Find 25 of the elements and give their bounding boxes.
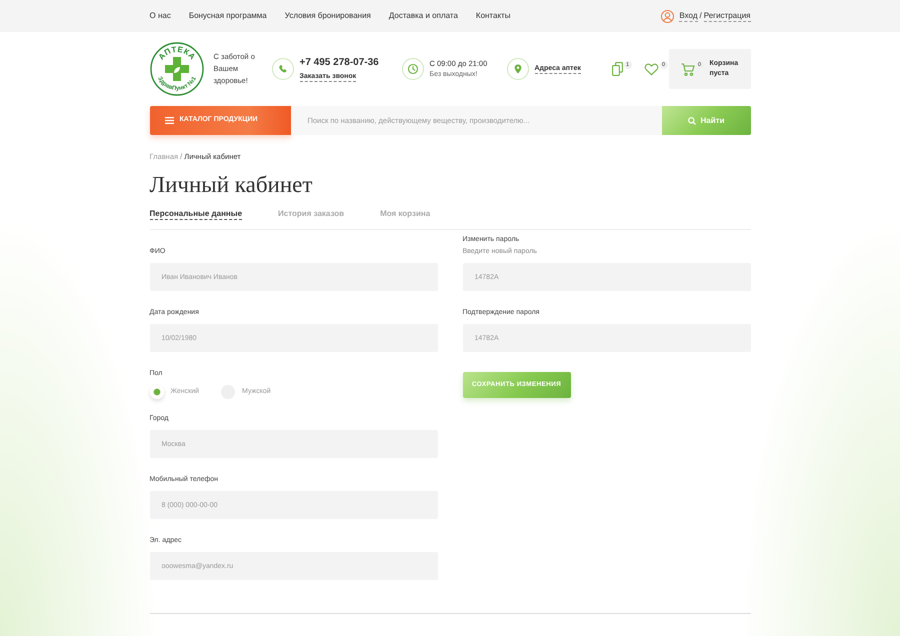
- separator: /: [700, 11, 702, 21]
- register-link[interactable]: Регистрация: [704, 10, 750, 22]
- documents-icon[interactable]: [612, 62, 622, 76]
- nav-link[interactable]: Контакты: [476, 11, 510, 21]
- phone-number: +7 495 278-07-36: [300, 56, 379, 68]
- clock-icon: [402, 58, 424, 80]
- location-pin-icon: [506, 58, 528, 80]
- nav-link[interactable]: Бонусная программа: [188, 11, 267, 21]
- heart-icon[interactable]: [644, 62, 658, 76]
- phone-icon: [272, 58, 294, 80]
- user-icon: [661, 10, 674, 22]
- radio-button[interactable]: [150, 385, 164, 399]
- breadcrumb-separator: /: [180, 152, 182, 161]
- login-link[interactable]: Вход: [679, 10, 698, 22]
- tab[interactable]: Моя корзина: [380, 208, 430, 220]
- nav-link[interactable]: Условия бронирования: [284, 11, 371, 21]
- search-button[interactable]: Найти: [662, 106, 750, 135]
- page-title: Личный кабинет: [150, 172, 312, 198]
- menu-icon: [164, 117, 174, 124]
- tab[interactable]: Персональные данные: [150, 208, 242, 220]
- nav-link[interactable]: О нас: [150, 11, 171, 21]
- search-icon: [688, 116, 696, 124]
- nav-link[interactable]: Доставка и оплата: [388, 11, 458, 21]
- cart-icon[interactable]: [680, 62, 694, 76]
- tab[interactable]: История заказов: [278, 208, 344, 220]
